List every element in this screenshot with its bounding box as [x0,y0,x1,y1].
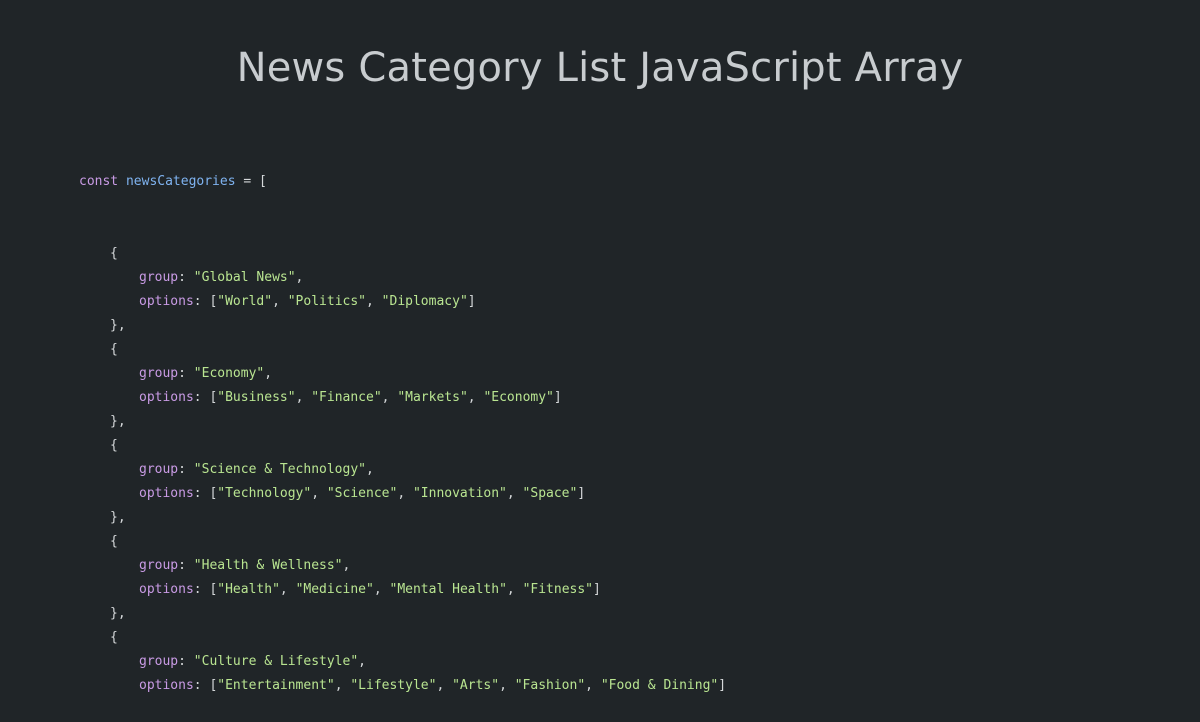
comma: , [295,270,304,285]
options-key: options [139,486,194,501]
option-value: "Markets" [397,390,468,405]
group-line: group: "Global News", [79,266,726,290]
group-open-brace: { [110,438,118,453]
code-block: const newsCategories = [ { group: "Global… [79,122,726,722]
array-close: ] [593,582,601,597]
comma: , [264,366,273,381]
group-line: group: "Economy", [79,362,726,386]
comma: , [436,678,453,693]
group-value: "Economy" [193,366,265,381]
group-key: group [139,462,179,477]
group-line: group: "Science & Technology", [79,458,726,482]
options-line: options: ["Entertainment", "Lifestyle", … [79,674,726,698]
array-open: = [ [235,174,267,189]
group-close-brace: }, [110,414,126,429]
colon: : [ [193,294,218,309]
option-value: "Food & Dining" [600,678,719,693]
colon: : [ [193,390,218,405]
option-value: "Science" [326,486,398,501]
option-value: "Medicine" [295,582,374,597]
comma: , [373,582,390,597]
comma: , [397,486,413,501]
page-title: News Category List JavaScript Array [236,45,964,91]
comma: , [358,654,366,669]
array-close: ] [467,294,476,309]
options-key: options [139,678,194,693]
comma: , [365,462,374,477]
group-open-brace: { [110,246,118,261]
colon: : [178,366,194,381]
options-line: options: ["Technology", "Science", "Inno… [79,482,726,506]
colon: : [178,270,194,285]
comma: , [467,390,484,405]
option-value: "Business" [217,390,296,405]
group-value: "Health & Wellness" [193,558,343,573]
option-value: "Health" [217,582,280,597]
comma: , [366,294,382,309]
group-close-brace: }, [110,606,126,621]
group-key: group [139,270,179,285]
variable-name: newsCategories [125,174,236,189]
group-open-brace: { [110,342,118,357]
option-value: "Innovation" [412,486,507,501]
comma: , [499,678,515,693]
colon: : [ [193,678,218,693]
comma: , [506,486,523,501]
const-keyword: const [79,174,119,189]
colon: : [ [193,582,218,597]
options-key: options [139,582,194,597]
group-key: group [139,366,179,381]
option-value: "Fitness" [522,582,594,597]
group-open-brace: { [110,534,118,549]
option-value: "Arts" [452,678,500,693]
comma: , [334,678,351,693]
array-close: ] [553,390,562,405]
comma: , [381,390,398,405]
option-value: "Mental Health" [389,582,507,597]
colon: : [178,462,194,477]
group-key: group [139,558,179,573]
group-line: group: "Culture & Lifestyle", [79,650,726,674]
code-declaration-line: const newsCategories = [ [79,170,726,194]
options-key: options [139,294,194,309]
option-value: "Diplomacy" [381,294,468,309]
group-close-brace: }, [110,510,126,525]
group-close-brace: }, [110,318,126,333]
group-line: group: "Health & Wellness", [79,554,726,578]
options-key: options [139,390,194,405]
options-line: options: ["Business", "Finance", "Market… [79,386,726,410]
options-line: options: ["Health", "Medicine", "Mental … [79,578,726,602]
option-value: "Finance" [311,390,382,405]
group-value: "Global News" [193,270,296,285]
array-close: ] [718,678,727,693]
option-value: "Lifestyle" [350,678,437,693]
group-key: group [139,654,179,669]
array-close: ] [577,486,586,501]
options-line: options: ["World", "Politics", "Diplomac… [79,290,726,314]
comma: , [272,294,288,309]
option-value: "Space" [522,486,578,501]
comma: , [342,558,351,573]
option-value: "World" [217,294,273,309]
comma: , [585,678,601,693]
option-value: "Technology" [217,486,312,501]
comma: , [506,582,523,597]
colon: : [178,654,194,669]
option-value: "Entertainment" [217,678,335,693]
option-value: "Politics" [287,294,367,309]
colon: : [ [193,486,218,501]
group-value: "Science & Technology" [193,462,366,477]
comma: , [295,390,312,405]
colon: : [178,558,194,573]
option-value: "Economy" [483,390,554,405]
option-value: "Fashion" [514,678,586,693]
comma: , [279,582,296,597]
comma: , [311,486,327,501]
group-value: "Culture & Lifestyle" [193,654,359,669]
